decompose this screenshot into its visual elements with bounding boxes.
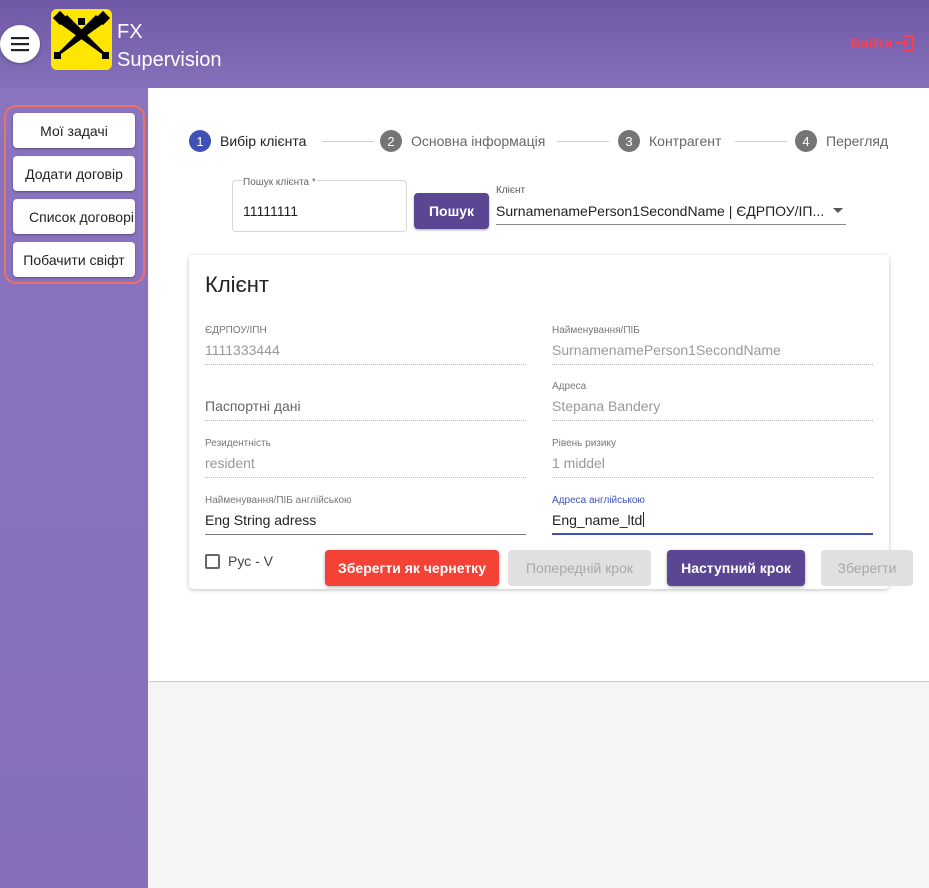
top-app-bar: FX Supervision Вийти bbox=[0, 0, 929, 88]
logout-label: Вийти bbox=[850, 35, 893, 51]
step-number: 2 bbox=[380, 130, 402, 152]
step-2[interactable]: 2 Основна інформація bbox=[380, 130, 545, 152]
save-draft-button[interactable]: Зберегти як чернетку bbox=[325, 550, 499, 586]
client-select-value: SurnamenamePerson1SecondName | ЄДРПОУ/ІП… bbox=[496, 203, 825, 219]
rus-checkbox-row[interactable]: Рус - V bbox=[205, 553, 273, 569]
passport-field: Паспортні дані bbox=[205, 381, 526, 421]
step-connector bbox=[735, 141, 787, 142]
field-label: Адреса англійською bbox=[552, 495, 645, 506]
step-number: 1 bbox=[189, 130, 211, 152]
field-value: resident bbox=[205, 455, 255, 471]
rus-checkbox-label: Рус - V bbox=[228, 553, 273, 569]
name-en-input[interactable]: Найменування/ПІБ англійською Eng String … bbox=[205, 495, 526, 535]
hamburger-icon bbox=[11, 37, 29, 52]
sidebar-item-label: Додати договір bbox=[25, 165, 123, 182]
field-label: Адреса bbox=[552, 381, 587, 392]
step-connector bbox=[557, 141, 609, 142]
field-label: Резидентність bbox=[205, 438, 271, 449]
main-panel: 1 Вибір клієнта 2 Основна інформація 3 К… bbox=[149, 88, 929, 682]
sidebar-item-my-tasks[interactable]: Мої задачі bbox=[13, 113, 135, 148]
step-label: Контрагент bbox=[649, 133, 722, 149]
raiffeisen-logo bbox=[51, 9, 112, 70]
field-value: Eng_name_ltd bbox=[552, 512, 645, 528]
client-search-input[interactable]: Пошук клієнта * 11111111 bbox=[232, 177, 407, 232]
step-4[interactable]: 4 Перегляд bbox=[795, 130, 888, 152]
sidebar-item-label: Мої задачі bbox=[40, 122, 108, 139]
step-number: 4 bbox=[795, 130, 817, 152]
field-value-text: Eng_name_ltd bbox=[552, 512, 643, 528]
save-button[interactable]: Зберегти bbox=[821, 550, 913, 586]
field-value: Stepana Bandery bbox=[552, 398, 661, 414]
step-label: Вибір клієнта bbox=[220, 133, 307, 149]
step-3[interactable]: 3 Контрагент bbox=[618, 130, 721, 152]
field-value: 1111333444 bbox=[205, 342, 280, 358]
brand-line-2: Supervision bbox=[117, 49, 222, 71]
client-search-value: 11111111 bbox=[243, 203, 299, 219]
step-label: Перегляд bbox=[826, 133, 889, 149]
dropdown-arrow-icon bbox=[833, 208, 843, 213]
name-field: Найменування/ПІБ SurnamenamePerson1Secon… bbox=[552, 325, 873, 365]
field-label: ЄДРПОУ/ІПН bbox=[205, 325, 267, 336]
step-1[interactable]: 1 Вибір клієнта bbox=[189, 130, 306, 152]
field-label: Найменування/ПІБ bbox=[552, 325, 640, 336]
brand-line-1: FX bbox=[117, 21, 143, 43]
client-card: Клієнт ЄДРПОУ/ІПН 1111333444 Найменуванн… bbox=[189, 255, 889, 589]
text-cursor bbox=[643, 512, 645, 527]
residency-field: Резидентність resident bbox=[205, 438, 526, 478]
field-label: Рівень ризику bbox=[552, 438, 616, 449]
rus-checkbox[interactable] bbox=[205, 553, 220, 569]
risk-level-field: Рівень ризику 1 middel bbox=[552, 438, 873, 478]
sidebar-item-contract-list[interactable]: Список договорів bbox=[13, 199, 135, 234]
sidebar-item-add-contract[interactable]: Додати договір bbox=[13, 156, 135, 191]
previous-step-button[interactable]: Попередній крок bbox=[508, 550, 651, 586]
step-connector bbox=[322, 141, 374, 142]
app-brand: FX Supervision bbox=[117, 18, 222, 74]
client-select[interactable]: Клієнт SurnamenamePerson1SecondName | ЄД… bbox=[496, 183, 846, 225]
step-label: Основна інформація bbox=[411, 133, 546, 149]
address-field: Адреса Stepana Bandery bbox=[552, 381, 873, 421]
sidebar-menu-group: Мої задачі Додати договір Список договор… bbox=[4, 105, 145, 284]
field-value: SurnamenamePerson1SecondName bbox=[552, 342, 781, 358]
sidebar-item-label: Список договорів bbox=[29, 208, 135, 225]
logout-button[interactable]: Вийти bbox=[850, 34, 915, 52]
client-select-label: Клієнт bbox=[496, 185, 526, 196]
step-number: 3 bbox=[618, 130, 640, 152]
edrpou-field: ЄДРПОУ/ІПН 1111333444 bbox=[205, 325, 526, 365]
stepper: 1 Вибір клієнта 2 Основна інформація 3 К… bbox=[189, 130, 889, 152]
field-label: Найменування/ПІБ англійською bbox=[205, 495, 352, 506]
field-value: Eng String adress bbox=[205, 512, 317, 528]
field-value: Паспортні дані bbox=[205, 398, 301, 414]
client-card-title: Клієнт bbox=[205, 272, 269, 297]
field-value: 1 middel bbox=[552, 455, 605, 471]
sidebar-item-view-swift[interactable]: Побачити свіфт bbox=[13, 242, 135, 277]
logout-icon bbox=[895, 35, 914, 51]
client-search-label: Пошук клієнта * bbox=[242, 177, 317, 188]
search-button[interactable]: Пошук bbox=[414, 193, 489, 229]
menu-button[interactable] bbox=[0, 25, 40, 63]
address-en-input[interactable]: Адреса англійською Eng_name_ltd bbox=[552, 495, 873, 535]
next-step-button[interactable]: Наступний крок bbox=[667, 550, 805, 586]
sidebar-item-label: Побачити свіфт bbox=[23, 251, 125, 268]
sidebar: Мої задачі Додати договір Список договор… bbox=[0, 88, 148, 888]
